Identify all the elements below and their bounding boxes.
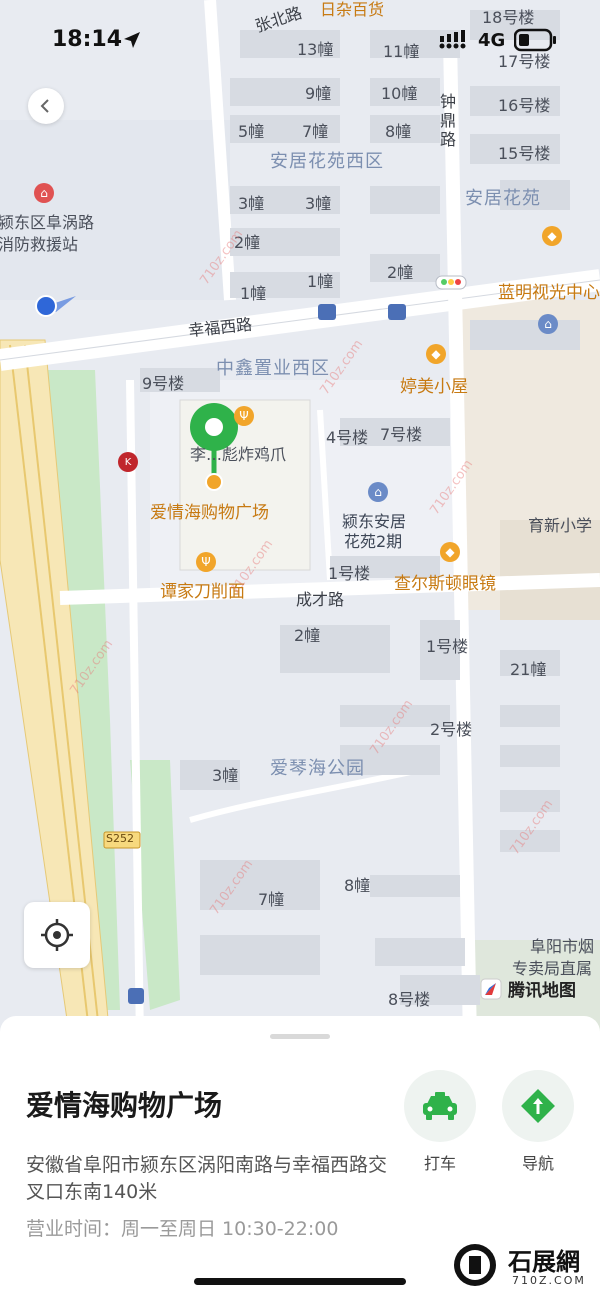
building-label: 1号楼 [426, 637, 469, 656]
poi-label: 花苑2期 [344, 532, 403, 551]
office-icon: ⌂ [368, 482, 388, 502]
taxi-icon [423, 1092, 457, 1120]
map-brand: 腾讯地图 [480, 976, 576, 1001]
kfc-icon: K [118, 452, 138, 472]
map-brand-label: 腾讯地图 [508, 981, 576, 1001]
site-logo: 石展網 710Z.COM [450, 1238, 600, 1294]
building-label: 3幢 [212, 766, 239, 785]
building-label: 1号楼 [328, 564, 371, 583]
poi-label: 育新小学 [528, 516, 593, 535]
back-button[interactable] [28, 88, 64, 124]
building-label: 5幢 [238, 122, 265, 141]
restaurant-icon: Ψ [234, 406, 254, 426]
building-label: 8幢 [344, 876, 371, 895]
road-label: 钟鼎路 [440, 92, 457, 149]
location-arrow-icon [124, 32, 140, 48]
building-label: 7幢 [302, 122, 329, 141]
building-label: 15号楼 [498, 144, 551, 163]
building-label: 2幢 [294, 626, 321, 645]
building-label: 16号楼 [498, 96, 551, 115]
shop-icon: ◆ [426, 344, 446, 364]
building-label: 8号楼 [388, 990, 431, 1009]
taxi-label: 打车 [423, 1154, 456, 1173]
building-label: 3幢 [238, 194, 265, 213]
signal-icon [439, 30, 466, 49]
poi-label: 李…彪炸鸡爪 [190, 445, 287, 464]
building-label: 2号楼 [430, 720, 473, 739]
sheet-grabber[interactable] [270, 1034, 330, 1039]
navigate-button[interactable] [502, 1070, 574, 1142]
restaurant-icon: Ψ [196, 552, 216, 572]
building-label: 21幢 [510, 660, 547, 679]
place-address: 安徽省阜阳市颍东区涡阳南路与幸福西路交叉口东南140米 [26, 1154, 388, 1203]
shop-icon: ◆ [542, 226, 562, 246]
place-name: 爱情海购物广场 [26, 1089, 223, 1122]
office-icon: ⌂ [538, 314, 558, 334]
selected-poi-label: 爱情海购物广场 [150, 503, 269, 523]
poi-label: 颍东区阜涡路 [0, 213, 95, 232]
building-label: 2幢 [387, 263, 414, 282]
district-label: 爱琴海公园 [270, 758, 365, 779]
building-label: 7幢 [258, 890, 285, 909]
building-label: 1幢 [307, 272, 334, 291]
building-label: 4号楼 [326, 428, 369, 447]
road-shield: S252 [106, 832, 134, 845]
district-label: 中鑫置业西区 [216, 358, 330, 379]
poi-label: 阜阳市烟 [530, 937, 595, 956]
building-label: 9号楼 [142, 374, 185, 393]
status-time: 18:14 [52, 27, 123, 52]
building-label: 1幢 [240, 284, 267, 303]
poi-label: 查尔斯顿眼镜 [394, 574, 496, 594]
building-label: 8幢 [385, 122, 412, 141]
back-icon [40, 99, 49, 113]
place-hours: 营业时间：周一至周日 10:30-22:00 [26, 1218, 339, 1240]
shop-icon: ◆ [440, 542, 460, 562]
district-label: 安居花苑西区 [270, 151, 384, 172]
locate-button[interactable] [24, 902, 90, 968]
status-bar: 18:14 4G [0, 0, 600, 80]
navigate-label: 导航 [521, 1154, 554, 1173]
poi-label: 蓝明视光中心 [498, 283, 600, 303]
district-label: 安居花苑 [465, 188, 541, 209]
map-view[interactable]: 张北路 日杂百货 18号楼 13幢 11幢 17号楼 9幢 10幢 钟鼎路 16… [0, 0, 600, 1040]
locate-target-icon [41, 919, 73, 951]
building-label: 10幢 [381, 84, 418, 103]
logo-sub: 710Z.COM [512, 1274, 586, 1287]
poi-label: 消防救援站 [0, 235, 79, 254]
poi-label: 婷美小屋 [400, 377, 468, 397]
building-label: 3幢 [305, 194, 332, 213]
navigate-icon [521, 1089, 555, 1123]
network-type: 4G [478, 30, 506, 51]
building-label: 7号楼 [380, 425, 423, 444]
tencent-map-logo-icon [480, 978, 502, 999]
building-label: 9幢 [305, 84, 332, 103]
fire-station-icon: ⌂ [34, 183, 54, 203]
battery-icon [514, 28, 556, 52]
taxi-button[interactable] [404, 1070, 476, 1142]
logo-text: 石展網 [508, 1247, 580, 1276]
seal-icon [454, 1244, 496, 1286]
home-indicator [194, 1278, 406, 1285]
road-label: 成才路 [296, 590, 345, 609]
